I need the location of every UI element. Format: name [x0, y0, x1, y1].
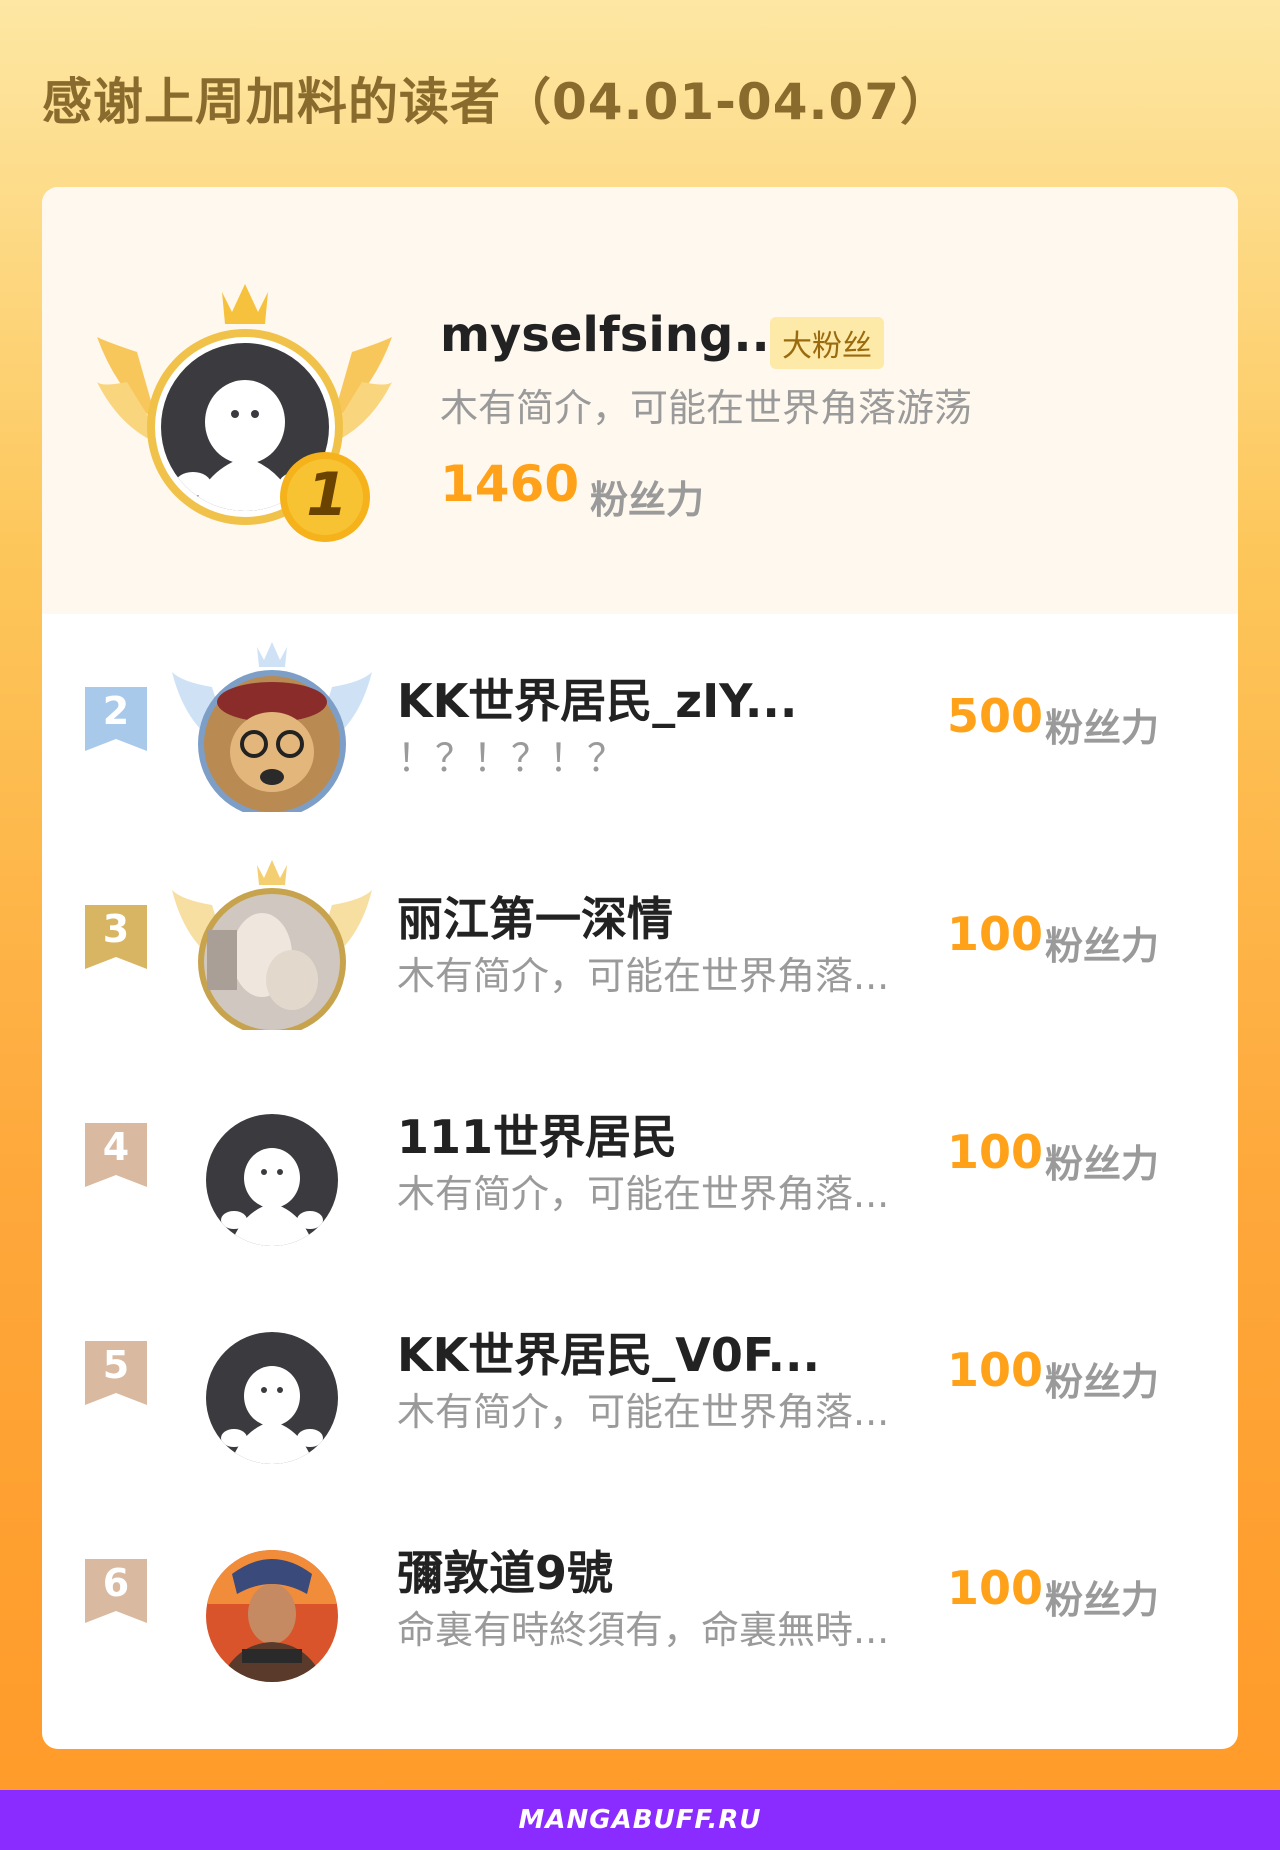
- top-reader-bio: 木有简介，可能在世界角落游荡: [440, 386, 973, 430]
- reader-score: 500: [947, 689, 1044, 743]
- reader-bio: 木有简介，可能在世界角落...: [397, 1172, 890, 1216]
- reader-name[interactable]: KK世界居民_zIY...: [397, 665, 797, 731]
- top-reader-score-unit: 粉丝力: [590, 478, 705, 522]
- reader-row-rank-4[interactable]: 4 111世界居民 木有简介，可能在世界角落... 100 粉丝力: [42, 1053, 1238, 1253]
- reader-ranking-card: 1 myselfsing... 大粉丝 木有简介，可能在世界角落游荡 1460 …: [42, 187, 1238, 1749]
- dog-with-glasses-avatar-icon[interactable]: [172, 642, 372, 812]
- reader-score-unit: 粉丝力: [1045, 1578, 1160, 1622]
- reader-name[interactable]: 111世界居民: [397, 1101, 677, 1167]
- rank-number: 3: [102, 907, 130, 951]
- site-footer-banner[interactable]: MANGABUFF.RU: [0, 1790, 1280, 1850]
- fan-level-badge: 大粉丝: [770, 317, 884, 369]
- cat-photo-avatar-icon[interactable]: [172, 860, 372, 1030]
- man-portrait-avatar-icon[interactable]: [172, 1514, 372, 1684]
- top-reader-avatar-frame[interactable]: 1: [97, 272, 397, 552]
- reader-bio: 命裏有時終須有，命裏無時...: [397, 1608, 890, 1652]
- reader-score: 100: [947, 1561, 1044, 1615]
- reader-row-rank-6[interactable]: 6 彌敦道9號 命裏有時終須有，命裏無時... 100 粉丝力: [42, 1489, 1238, 1689]
- reader-score-unit: 粉丝力: [1045, 924, 1160, 968]
- reader-name[interactable]: KK世界居民_V0F...: [397, 1319, 820, 1385]
- default-ghost-avatar-icon[interactable]: [172, 1296, 372, 1466]
- default-ghost-avatar-icon[interactable]: [172, 1078, 372, 1248]
- top-reader-name[interactable]: myselfsing...: [440, 307, 788, 363]
- rank-number: 6: [102, 1561, 130, 1605]
- reader-score-unit: 粉丝力: [1045, 1142, 1160, 1186]
- reader-score: 100: [947, 1125, 1044, 1179]
- reader-score-unit: 粉丝力: [1045, 706, 1160, 750]
- reader-bio: 木有简介，可能在世界角落...: [397, 1390, 890, 1434]
- crown-wings-avatar-icon: [97, 284, 392, 542]
- rank-number: 5: [102, 1343, 130, 1387]
- reader-name[interactable]: 彌敦道9號: [397, 1537, 613, 1603]
- top-reader-section[interactable]: 1 myselfsing... 大粉丝 木有简介，可能在世界角落游荡 1460 …: [42, 187, 1238, 614]
- reader-row-rank-3[interactable]: 3 丽江第一深情 木有简介，可能在世界角落... 100 粉丝力: [42, 835, 1238, 1035]
- rank-number: 2: [102, 689, 130, 733]
- rank-1-medal-number: 1: [306, 460, 348, 530]
- reader-name[interactable]: 丽江第一深情: [397, 883, 673, 949]
- reader-row-rank-2[interactable]: 2 KK世界居民_zIY... ！？！？！？ 500 粉丝力: [42, 617, 1238, 817]
- reader-bio: 木有简介，可能在世界角落...: [397, 954, 890, 998]
- reader-score: 100: [947, 1343, 1044, 1397]
- reader-bio: ！？！？！？: [397, 736, 626, 780]
- page-title: 感谢上周加料的读者（04.01-04.07）: [42, 73, 952, 131]
- rank-number: 4: [102, 1125, 130, 1169]
- reader-score-unit: 粉丝力: [1045, 1360, 1160, 1404]
- reader-score: 100: [947, 907, 1044, 961]
- top-reader-score: 1460: [440, 455, 580, 513]
- reader-row-rank-5[interactable]: 5 KK世界居民_V0F... 木有简介，可能在世界角落... 100 粉丝力: [42, 1271, 1238, 1471]
